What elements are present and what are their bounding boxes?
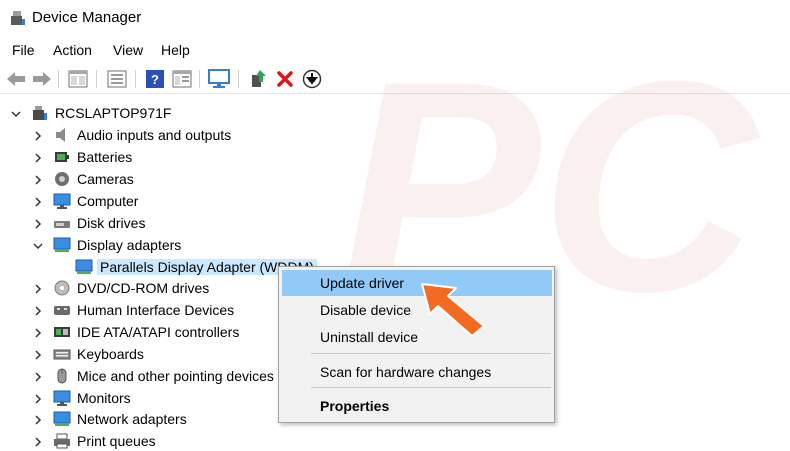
printer-icon <box>53 433 71 449</box>
update-driver-icon[interactable] <box>248 68 270 90</box>
tree-node-label: Network adapters <box>77 411 187 427</box>
chevron-right-icon[interactable] <box>32 348 44 360</box>
tree-root-label: RCSLAPTOP971F <box>55 105 172 121</box>
menu-file[interactable]: File <box>12 42 35 58</box>
menu-item-label: Update driver <box>320 275 405 291</box>
show-hidden-icon[interactable] <box>106 68 128 90</box>
menu-item-scan-hardware[interactable]: Scan for hardware changes <box>282 359 552 385</box>
forward-icon[interactable] <box>31 68 53 90</box>
chevron-down-icon[interactable] <box>32 239 44 251</box>
tree-root[interactable]: RCSLAPTOP971F <box>0 102 790 124</box>
menu-item-properties[interactable]: Properties <box>282 393 552 419</box>
menu-help[interactable]: Help <box>161 42 190 58</box>
toolbar-separator <box>199 70 200 88</box>
back-icon[interactable] <box>5 68 27 90</box>
mouse-icon <box>53 368 71 384</box>
tree-node-label: Mice and other pointing devices <box>77 368 274 384</box>
display-adapter-icon <box>53 237 71 253</box>
tree-node-disk-drives[interactable]: Disk drives <box>0 212 790 234</box>
computer-root-icon <box>31 105 49 121</box>
tree-node-display-adapters[interactable]: Display adapters <box>0 234 790 256</box>
menu-separator <box>311 353 551 354</box>
chevron-right-icon[interactable] <box>32 195 44 207</box>
chevron-down-icon[interactable] <box>10 107 22 119</box>
properties-icon[interactable] <box>67 68 89 90</box>
chevron-right-icon[interactable] <box>32 304 44 316</box>
help-icon[interactable]: ? <box>144 68 166 90</box>
chevron-right-icon[interactable] <box>32 129 44 141</box>
computer-icon <box>53 193 71 209</box>
tree-node-label: Batteries <box>77 149 133 165</box>
speaker-icon <box>53 127 71 143</box>
chevron-right-icon[interactable] <box>32 217 44 229</box>
camera-icon <box>53 171 71 187</box>
dvd-icon <box>53 280 71 296</box>
disk-icon <box>53 215 71 231</box>
menu-view[interactable]: View <box>113 42 143 58</box>
menu-item-label: Scan for hardware changes <box>320 364 492 380</box>
tree-node-label: Human Interface Devices <box>77 302 235 318</box>
chevron-right-icon[interactable] <box>32 413 44 425</box>
view-icon[interactable] <box>171 68 193 90</box>
display-adapter-icon <box>75 259 93 275</box>
keyboard-icon <box>53 346 71 362</box>
tree-node-label: Monitors <box>77 390 131 406</box>
chevron-right-icon[interactable] <box>32 370 44 382</box>
monitor-icon <box>53 390 71 406</box>
menu-item-label: Disable device <box>320 302 412 318</box>
arrow-pointer-icon <box>421 283 485 337</box>
svg-text:?: ? <box>151 72 159 87</box>
download-icon[interactable] <box>301 68 323 90</box>
context-menu: Update driver Disable device Uninstall d… <box>278 266 555 423</box>
title-bar: Device Manager <box>0 0 790 38</box>
device-manager-icon <box>10 10 26 26</box>
network-icon <box>53 411 71 427</box>
monitor-icon[interactable] <box>208 68 230 90</box>
uninstall-icon[interactable] <box>274 68 296 90</box>
chevron-right-icon[interactable] <box>32 173 44 185</box>
tree-node-label: Computer <box>77 193 139 209</box>
chevron-right-icon[interactable] <box>32 435 44 447</box>
menu-action[interactable]: Action <box>53 42 92 58</box>
menu-separator <box>311 387 551 388</box>
tree-node-label: Print queues <box>77 433 156 449</box>
toolbar-separator <box>135 70 136 88</box>
tree-node-cameras[interactable]: Cameras <box>0 168 790 190</box>
chevron-right-icon[interactable] <box>32 392 44 404</box>
tree-node-label: Display adapters <box>77 237 182 253</box>
tree-node-label: Disk drives <box>77 215 146 231</box>
window-title: Device Manager <box>32 9 142 26</box>
menu-item-update-driver[interactable]: Update driver <box>282 270 552 296</box>
battery-icon <box>53 149 71 165</box>
menu-bar: File Action View Help <box>0 38 790 64</box>
tree-node-batteries[interactable]: Batteries <box>0 146 790 168</box>
toolbar-separator <box>58 70 59 88</box>
chevron-right-icon[interactable] <box>32 151 44 163</box>
toolbar: ? <box>0 64 790 94</box>
tree-node-label: DVD/CD-ROM drives <box>77 280 210 296</box>
tree-node-label: IDE ATA/ATAPI controllers <box>77 324 240 340</box>
tree-node-label: Cameras <box>77 171 134 187</box>
toolbar-separator <box>238 70 239 88</box>
chevron-right-icon[interactable] <box>32 282 44 294</box>
menu-item-disable-device[interactable]: Disable device <box>282 297 552 323</box>
menu-item-uninstall-device[interactable]: Uninstall device <box>282 324 552 350</box>
tree-node-print-queues[interactable]: Print queues <box>0 430 790 451</box>
ide-icon <box>53 324 71 340</box>
tree-node-computer[interactable]: Computer <box>0 190 790 212</box>
hid-icon <box>53 302 71 318</box>
menu-item-label: Uninstall device <box>320 329 419 345</box>
tree-node-label: Keyboards <box>77 346 144 362</box>
toolbar-separator <box>96 70 97 88</box>
tree-node-label: Audio inputs and outputs <box>77 127 232 143</box>
tree-node-audio[interactable]: Audio inputs and outputs <box>0 124 790 146</box>
chevron-right-icon[interactable] <box>32 326 44 338</box>
menu-item-label: Properties <box>320 398 390 414</box>
